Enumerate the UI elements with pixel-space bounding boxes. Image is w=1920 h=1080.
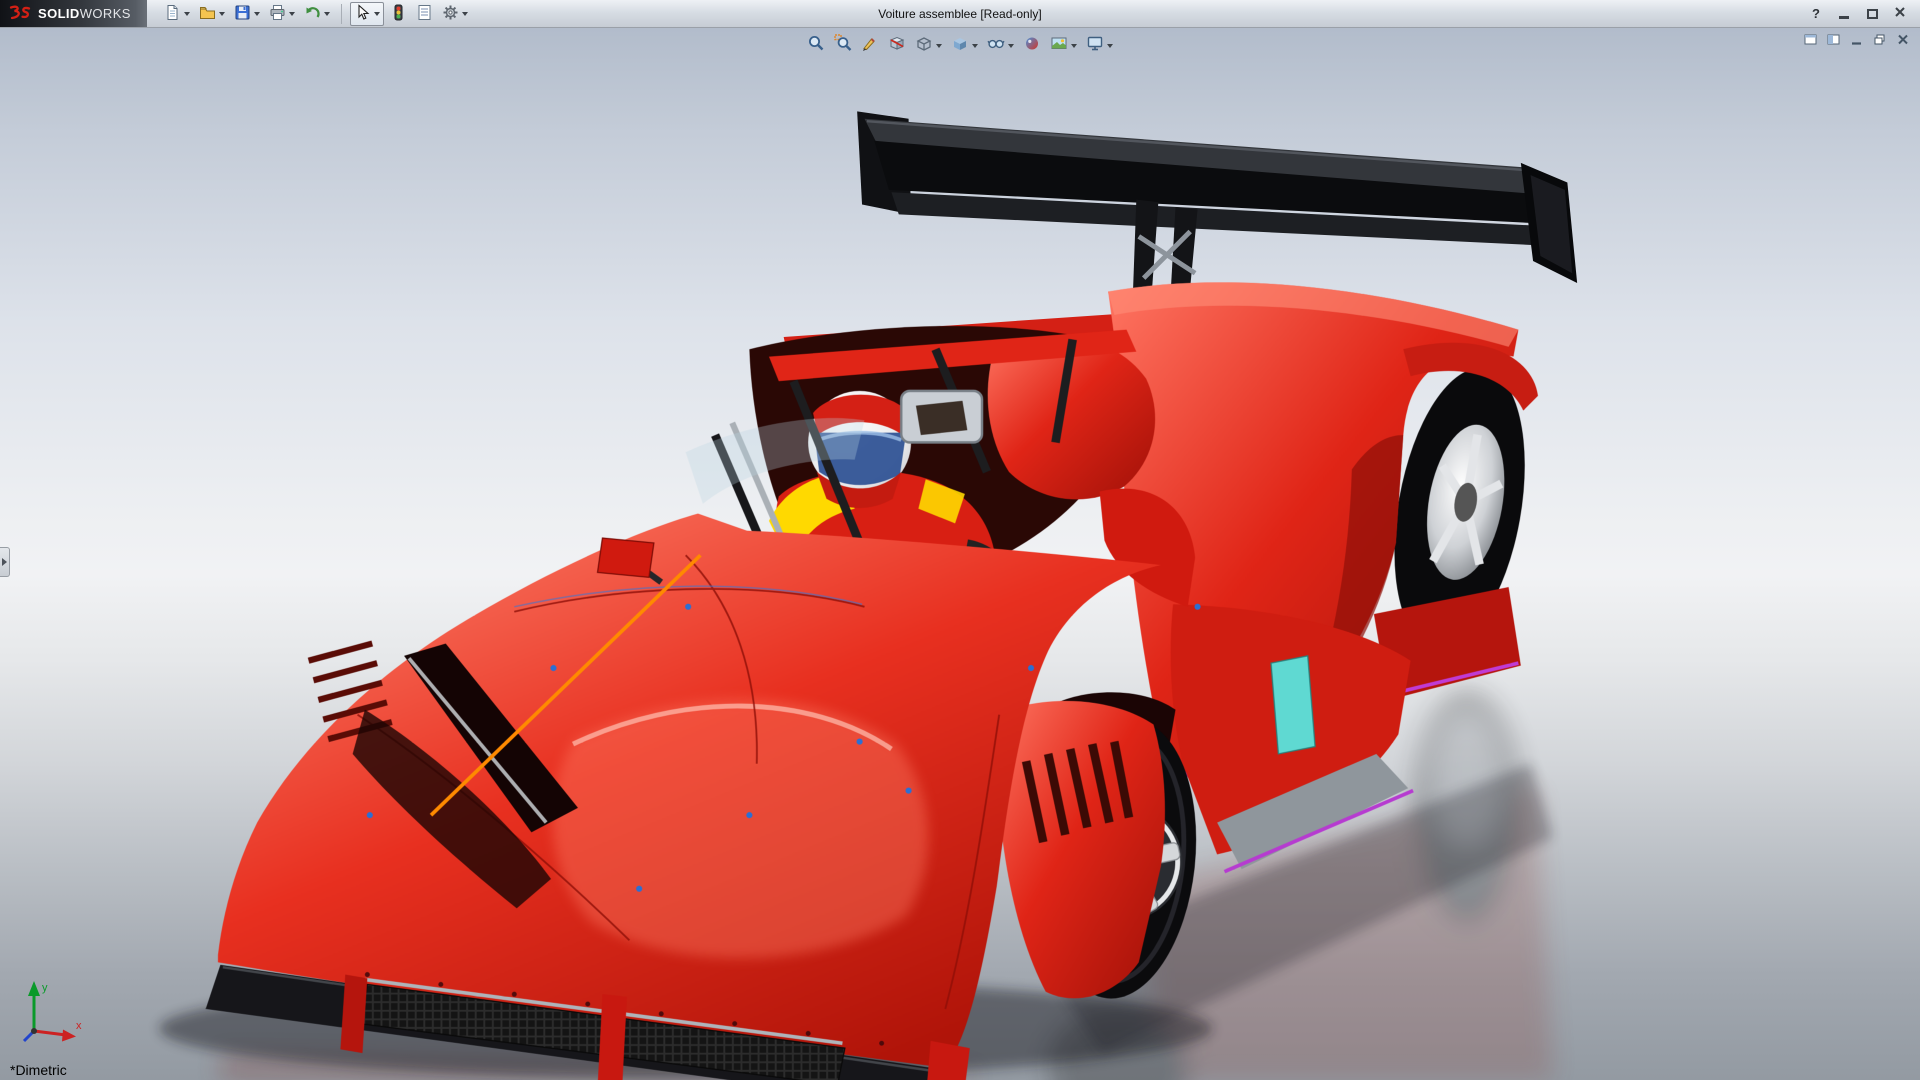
doc-minimize-icon — [1850, 33, 1864, 51]
shaded-cube-icon — [951, 34, 969, 57]
undo-button[interactable] — [301, 2, 333, 26]
document-title: Voiture assemblee [Read-only] — [878, 0, 1041, 28]
print-dropdown-caret[interactable] — [289, 12, 295, 16]
undo-dropdown-caret[interactable] — [324, 12, 330, 16]
close-button[interactable] — [1890, 5, 1910, 23]
monitor-icon — [1086, 34, 1104, 57]
close-icon — [1894, 6, 1906, 21]
doc-close-button[interactable] — [1894, 34, 1912, 49]
minimize-button[interactable] — [1834, 5, 1854, 23]
folder-icon — [199, 4, 216, 24]
view-settings-button[interactable] — [1084, 33, 1115, 58]
magnifier-rect-icon — [834, 34, 852, 57]
pane-icon — [1804, 33, 1818, 51]
hide-show-items-dropdown-caret[interactable] — [1008, 44, 1014, 48]
printer-icon — [269, 4, 286, 24]
graphics-area[interactable]: y x *Dimetric — [0, 28, 1920, 1080]
select-dropdown-caret[interactable] — [374, 12, 380, 16]
document-window-controls — [1802, 34, 1912, 49]
page-icon — [164, 4, 181, 24]
doc-minimize-button[interactable] — [1848, 34, 1866, 49]
view-orientation-button[interactable] — [913, 33, 944, 58]
traffic-light-icon — [390, 4, 407, 24]
rebuild-button[interactable] — [387, 2, 410, 26]
view-settings-dropdown-caret[interactable] — [1107, 44, 1113, 48]
section-view-button[interactable] — [886, 33, 908, 58]
ds-logo-icon — [8, 4, 32, 24]
options-button[interactable] — [439, 2, 471, 26]
solidworks-window: SOLIDWORKS — [0, 0, 1920, 1080]
apply-scene-button[interactable] — [1048, 33, 1079, 58]
cut-cube-icon — [888, 34, 906, 57]
doc-restore-icon — [1873, 33, 1887, 51]
edit-appearance-button[interactable] — [1021, 33, 1043, 58]
options-dropdown-caret[interactable] — [462, 12, 468, 16]
solidworks-logo: SOLIDWORKS — [0, 0, 147, 27]
flyout-arrow-icon — [2, 558, 7, 566]
document-lines-icon — [416, 4, 433, 24]
orientation-triad: y x — [12, 969, 92, 1054]
triad-x-label: x — [76, 1020, 82, 1032]
minimize-icon — [1839, 16, 1849, 19]
toolbar-separator — [341, 4, 342, 24]
featuremanager-flyout-tab[interactable] — [0, 547, 10, 577]
hide-show-items-button[interactable] — [985, 33, 1016, 58]
doc-close-icon — [1896, 33, 1910, 51]
select-button[interactable] — [350, 2, 384, 26]
zoom-to-fit-button[interactable] — [805, 33, 827, 58]
titlebar: SOLIDWORKS — [0, 0, 1920, 28]
help-icon: ? — [1812, 6, 1820, 21]
scene-icon — [1050, 34, 1068, 57]
main-toolbar — [161, 2, 471, 26]
help-button[interactable]: ? — [1806, 5, 1826, 23]
save-dropdown-caret[interactable] — [254, 12, 260, 16]
wireframe-cube-icon — [915, 34, 933, 57]
save-button[interactable] — [231, 2, 263, 26]
car-3d-model[interactable] — [0, 28, 1920, 1080]
color-sphere-icon — [1023, 34, 1041, 57]
headsup-view-toolbar — [805, 33, 1115, 58]
zoom-to-area-button[interactable] — [832, 33, 854, 58]
file-properties-button[interactable] — [413, 2, 436, 26]
print-button[interactable] — [266, 2, 298, 26]
display-style-button[interactable] — [949, 33, 980, 58]
show-pane-alt-button[interactable] — [1825, 34, 1843, 49]
view-orientation-label: *Dimetric — [10, 1062, 67, 1078]
magnifier-icon — [807, 34, 825, 57]
curved-arrow-icon — [304, 4, 321, 24]
triad-y-label: y — [42, 982, 48, 994]
pane-split-icon — [1827, 33, 1841, 51]
maximize-button[interactable] — [1862, 5, 1882, 23]
new-file-dropdown-caret[interactable] — [184, 12, 190, 16]
gear-icon — [442, 4, 459, 24]
app-name: SOLIDWORKS — [38, 6, 131, 21]
floppy-disk-icon — [234, 4, 251, 24]
3d-drawing-view-button[interactable] — [859, 33, 881, 58]
pencil-icon — [861, 34, 879, 57]
open-dropdown-caret[interactable] — [219, 12, 225, 16]
apply-scene-dropdown-caret[interactable] — [1071, 44, 1077, 48]
display-style-dropdown-caret[interactable] — [972, 44, 978, 48]
new-file-button[interactable] — [161, 2, 193, 26]
glasses-icon — [987, 34, 1005, 57]
cursor-arrow-icon — [354, 4, 371, 24]
doc-restore-button[interactable] — [1871, 34, 1889, 49]
open-button[interactable] — [196, 2, 228, 26]
view-orientation-dropdown-caret[interactable] — [936, 44, 942, 48]
maximize-icon — [1867, 9, 1878, 19]
window-controls: ? — [1806, 5, 1920, 23]
show-pane-button[interactable] — [1802, 34, 1820, 49]
